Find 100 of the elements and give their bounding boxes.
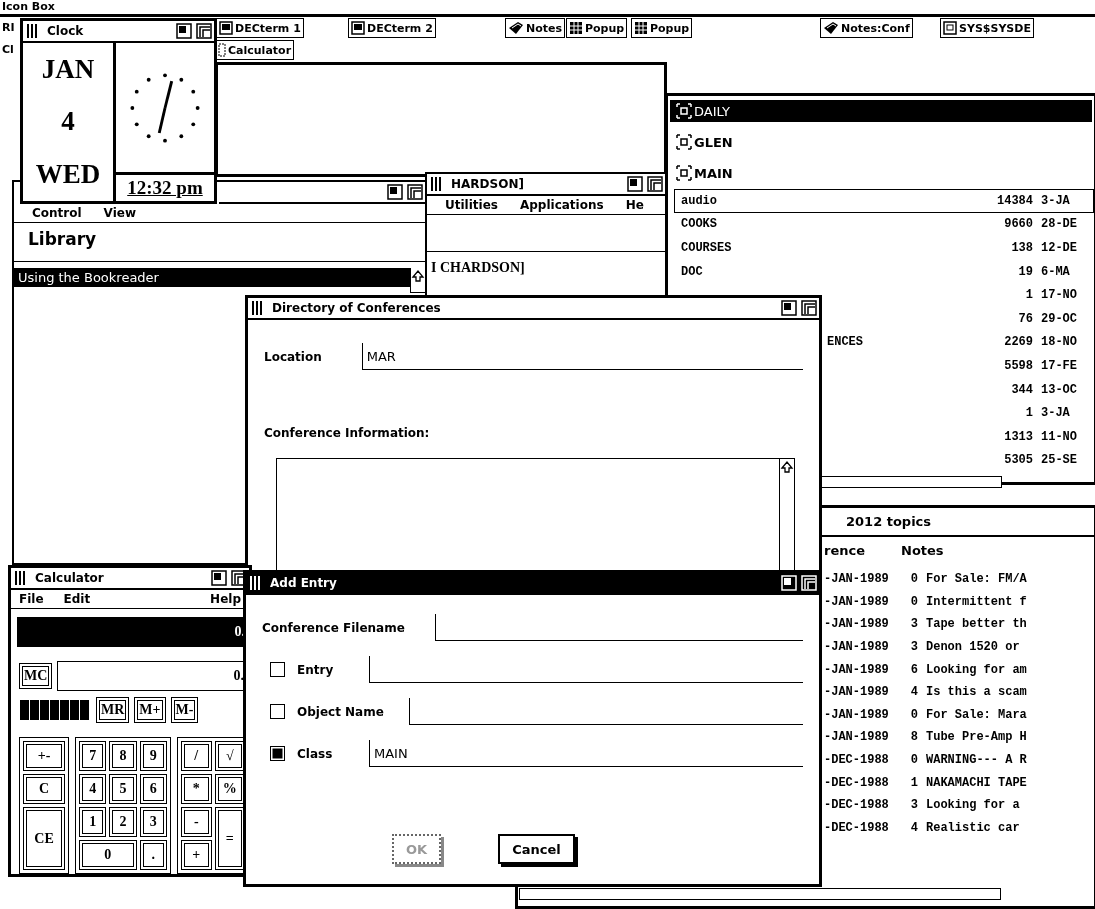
scrollbar[interactable]	[410, 268, 425, 293]
topic-date: -JAN-1989	[824, 572, 890, 587]
topic-date: -JAN-1989	[824, 707, 890, 722]
title-bar[interactable]: HARDSON]	[427, 174, 665, 196]
note-count: 14384	[996, 193, 1033, 208]
input-field[interactable]: MAIN	[369, 740, 803, 767]
calculator-key[interactable]: %	[214, 774, 245, 804]
input-field[interactable]	[409, 698, 803, 725]
class-icon	[676, 165, 692, 181]
scroll-up-icon[interactable]	[780, 459, 794, 475]
shrink-icon[interactable]	[781, 300, 797, 316]
topic-title: Looking for a	[926, 798, 1020, 813]
checkbox[interactable]	[270, 746, 285, 761]
conference-row[interactable]: DOC 19 6-MA	[674, 259, 1094, 284]
calculator-key[interactable]: M+	[134, 697, 166, 723]
calculator-key[interactable]: 2	[109, 807, 137, 837]
reply-count: 0	[909, 594, 919, 609]
checkbox[interactable]	[270, 662, 285, 677]
menu-item[interactable]: Help	[210, 592, 241, 606]
scrollbar[interactable]	[820, 476, 1002, 488]
resize-icon[interactable]	[801, 300, 817, 316]
note-count: 1	[1024, 406, 1033, 421]
conference-row[interactable]: COOKS 9660 28-DE	[674, 212, 1094, 237]
calculator-key[interactable]: +	[181, 840, 212, 870]
conference-name: audio	[681, 193, 717, 208]
calculator-key[interactable]: M-	[170, 697, 199, 723]
topic-date: -DEC-1988	[824, 798, 890, 813]
calculator-key[interactable]: 5	[109, 774, 137, 804]
scrollbar[interactable]	[519, 888, 1001, 900]
calculator-key[interactable]: +-	[23, 741, 65, 771]
topic-title: Looking for am	[926, 662, 1027, 677]
topic-date: -DEC-1988	[824, 775, 890, 790]
class-item[interactable]: DAILY	[670, 100, 1092, 122]
minimized-window-icon[interactable]: DECterm 2	[348, 18, 436, 38]
input-field[interactable]	[434, 614, 803, 641]
window-menu-icon[interactable]	[250, 300, 264, 316]
conference-row[interactable]: audio 14384 3-JA	[674, 189, 1094, 213]
calculator-key[interactable]: 3	[139, 807, 167, 837]
calculator-key[interactable]: 9	[139, 741, 167, 771]
menu-item[interactable]: Applications	[519, 198, 604, 212]
minimized-window-icon[interactable]: Notes:Conf	[820, 18, 913, 38]
calculator-key[interactable]: MC	[19, 663, 53, 689]
calculator-key[interactable]: .	[139, 840, 167, 870]
title-bar[interactable]: Add Entry	[246, 573, 819, 595]
resize-icon[interactable]	[647, 176, 663, 192]
checkbox-label: Entry	[297, 663, 335, 677]
input-field[interactable]: MAR	[361, 343, 803, 370]
reply-count: 0	[909, 707, 919, 722]
title-bar[interactable]: Clock	[23, 21, 214, 43]
calculator-key[interactable]: C	[23, 774, 65, 804]
note-count: 138	[1010, 241, 1033, 255]
input-field[interactable]	[369, 656, 803, 683]
calculator-key[interactable]: 6	[139, 774, 167, 804]
shrink-icon[interactable]	[387, 184, 403, 200]
menu-item[interactable]: View	[103, 206, 137, 220]
calculator-key[interactable]: /	[181, 741, 212, 771]
calculator-key[interactable]: MR	[96, 697, 130, 723]
dialog-button[interactable]: Cancel	[498, 834, 575, 864]
calculator-key[interactable]: 8	[109, 741, 137, 771]
calculator-key[interactable]: 4	[79, 774, 107, 804]
window-menu-icon[interactable]	[25, 23, 39, 39]
menu-item[interactable]: Control	[32, 206, 82, 220]
calculator-key[interactable]: 7	[79, 741, 107, 771]
resize-icon[interactable]	[407, 184, 423, 200]
topic-title: NAKAMACHI TAPE	[926, 775, 1027, 790]
checkbox[interactable]	[270, 704, 285, 719]
menu-item[interactable]: File	[19, 592, 44, 606]
minimized-window-icon[interactable]: Popup	[631, 18, 693, 38]
minimized-window-icon[interactable]: SYS$SYSDE	[940, 18, 1034, 38]
calculator-key[interactable]: 0	[79, 840, 137, 870]
conference-row[interactable]: COURSES 138 12-DE	[674, 236, 1094, 260]
window-menu-icon[interactable]	[248, 575, 262, 591]
topic-title: For Sale: FM/A	[926, 572, 1027, 587]
conference-date: 12-DE	[1040, 241, 1078, 255]
title-bar[interactable]: Directory of Conferences	[248, 298, 819, 320]
window-menu-icon[interactable]	[13, 570, 27, 586]
menu-item[interactable]: Utilities	[445, 198, 498, 212]
book-item[interactable]: Using the Bookreader	[14, 268, 410, 287]
calculator-key[interactable]: *	[181, 774, 212, 804]
calculator-key[interactable]: 1	[79, 807, 107, 837]
calculator-key[interactable]: -	[181, 807, 212, 837]
calculator-key[interactable]: √	[214, 741, 245, 771]
shrink-icon[interactable]	[627, 176, 643, 192]
conference-date: 18-NO	[1040, 335, 1078, 350]
menu-item[interactable]: He	[625, 198, 644, 212]
minimized-window-icon[interactable]: Notes	[505, 18, 566, 38]
title-bar[interactable]	[219, 182, 425, 204]
checkbox-label: Object Name	[297, 705, 385, 719]
conference-date: 29-OC	[1040, 311, 1078, 326]
resize-icon[interactable]	[196, 23, 212, 39]
calculator-key[interactable]: CE	[23, 807, 65, 870]
scroll-up-icon[interactable]	[411, 268, 425, 284]
minimized-window-icon[interactable]: Calculator	[215, 40, 295, 60]
minimized-window-icon[interactable]: DECterm 1	[216, 18, 304, 38]
window-menu-icon[interactable]	[429, 176, 443, 192]
shrink-icon[interactable]	[176, 23, 192, 39]
shrink-icon[interactable]	[211, 570, 227, 586]
menu-item[interactable]: Edit	[63, 592, 91, 606]
minimized-window-icon[interactable]: Popup	[566, 18, 628, 38]
calculator-key[interactable]: =	[214, 807, 245, 870]
